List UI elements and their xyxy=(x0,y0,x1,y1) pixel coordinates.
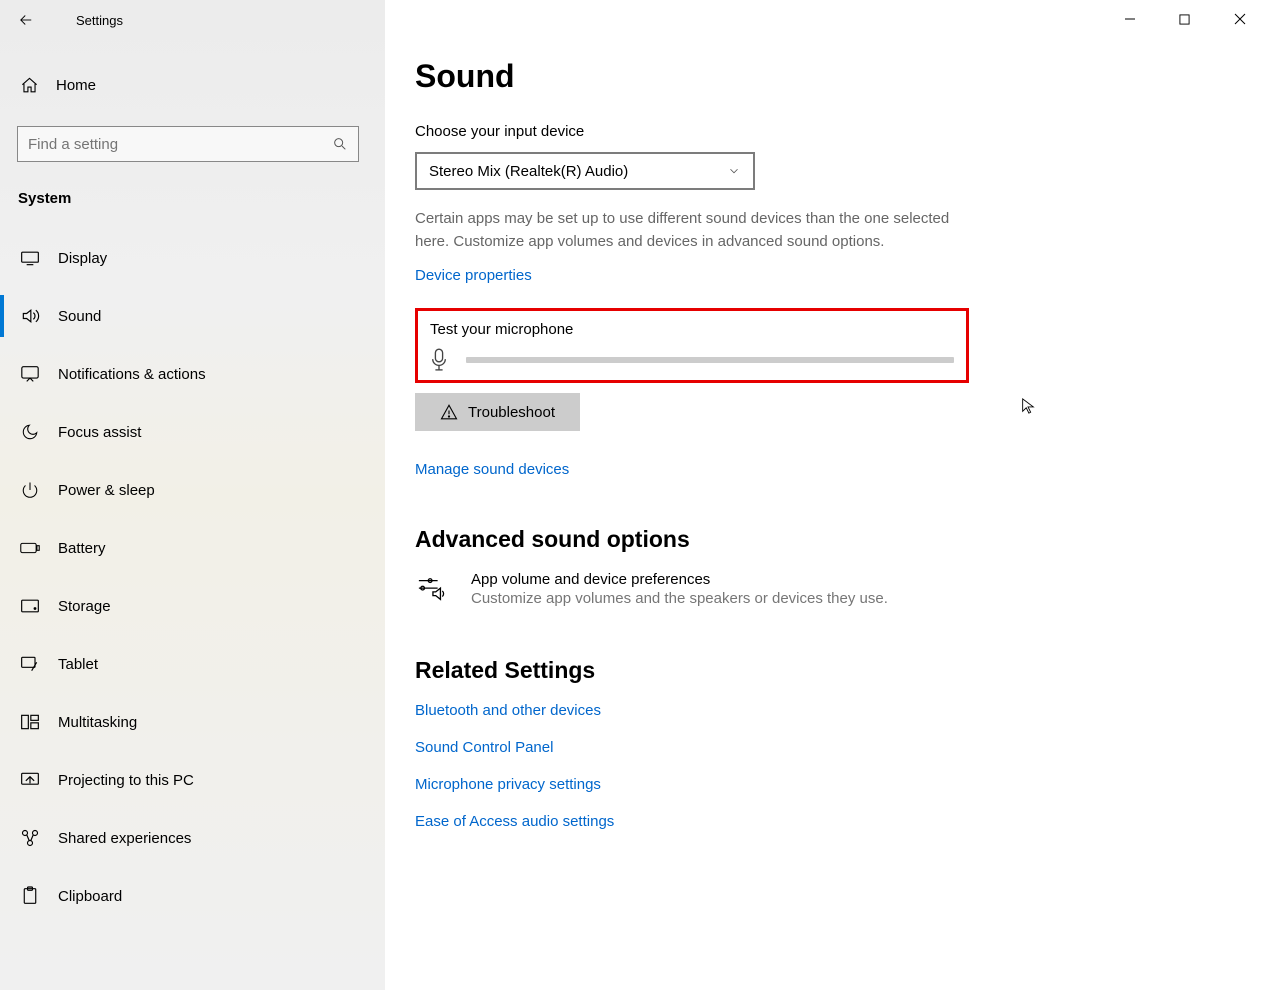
microphone-icon xyxy=(430,348,448,372)
test-microphone-highlight: Test your microphone xyxy=(415,308,969,383)
test-mic-label: Test your microphone xyxy=(430,321,954,338)
app-volume-desc: Customize app volumes and the speakers o… xyxy=(471,590,888,607)
nav-label: Notifications & actions xyxy=(58,366,206,383)
troubleshoot-label: Troubleshoot xyxy=(468,404,555,421)
related-settings-heading: Related Settings xyxy=(415,657,1241,684)
sound-icon xyxy=(20,306,40,326)
nav-label: Multitasking xyxy=(58,714,137,731)
battery-icon xyxy=(20,541,40,555)
clipboard-icon xyxy=(20,886,40,906)
focus-assist-icon xyxy=(20,423,40,441)
nav-item-tablet[interactable]: Tablet xyxy=(0,635,385,693)
nav-label: Projecting to this PC xyxy=(58,772,194,789)
nav-item-power-sleep[interactable]: Power & sleep xyxy=(0,461,385,519)
multitasking-icon xyxy=(20,713,40,731)
window-title: Settings xyxy=(76,13,123,28)
page-title: Sound xyxy=(415,58,1241,95)
search-box[interactable] xyxy=(17,126,359,162)
nav-item-display[interactable]: Display xyxy=(0,229,385,287)
nav-item-projecting[interactable]: Projecting to this PC xyxy=(0,751,385,809)
mixer-icon xyxy=(415,575,451,609)
category-heading: System xyxy=(18,190,385,207)
tablet-icon xyxy=(20,655,40,673)
nav-label: Clipboard xyxy=(58,888,122,905)
related-link-microphone-privacy[interactable]: Microphone privacy settings xyxy=(415,776,1241,793)
main-content: Sound Choose your input device Stereo Mi… xyxy=(385,0,1271,990)
nav-item-focus-assist[interactable]: Focus assist xyxy=(0,403,385,461)
minimize-button[interactable] xyxy=(1102,4,1157,34)
minimize-icon xyxy=(1124,13,1136,25)
related-link-bluetooth[interactable]: Bluetooth and other devices xyxy=(415,702,1241,719)
shared-experiences-icon xyxy=(20,828,40,848)
input-device-label: Choose your input device xyxy=(415,123,1241,140)
nav-list: Display Sound Notifications & actions Fo… xyxy=(0,229,385,925)
search-icon xyxy=(332,136,348,152)
nav-label: Sound xyxy=(58,308,101,325)
display-icon xyxy=(20,250,40,266)
arrow-left-icon xyxy=(17,11,35,29)
mic-level-bar xyxy=(466,357,954,363)
home-icon xyxy=(20,76,40,95)
nav-label: Power & sleep xyxy=(58,482,155,499)
sidebar: Settings Home System Display Sound Notif… xyxy=(0,0,385,990)
related-links: Bluetooth and other devices Sound Contro… xyxy=(415,702,1241,830)
window-controls xyxy=(1102,4,1267,34)
nav-item-battery[interactable]: Battery xyxy=(0,519,385,577)
device-properties-link[interactable]: Device properties xyxy=(415,267,532,284)
advanced-options-heading: Advanced sound options xyxy=(415,526,1241,553)
nav-label: Display xyxy=(58,250,107,267)
cursor-pointer-icon xyxy=(1021,398,1035,414)
input-device-dropdown[interactable]: Stereo Mix (Realtek(R) Audio) xyxy=(415,152,755,190)
search-input[interactable] xyxy=(28,136,332,153)
back-button[interactable] xyxy=(12,6,40,34)
home-button[interactable]: Home xyxy=(0,60,385,110)
close-icon xyxy=(1234,13,1246,25)
sidebar-header: Settings xyxy=(0,0,385,40)
troubleshoot-button[interactable]: Troubleshoot xyxy=(415,393,580,431)
nav-label: Tablet xyxy=(58,656,98,673)
home-label: Home xyxy=(56,77,96,94)
chevron-down-icon xyxy=(727,164,741,178)
maximize-button[interactable] xyxy=(1157,4,1212,34)
notifications-icon xyxy=(20,365,40,383)
related-link-sound-control-panel[interactable]: Sound Control Panel xyxy=(415,739,1241,756)
power-icon xyxy=(20,481,40,499)
nav-item-multitasking[interactable]: Multitasking xyxy=(0,693,385,751)
close-button[interactable] xyxy=(1212,4,1267,34)
warning-icon xyxy=(440,403,458,421)
nav-item-storage[interactable]: Storage xyxy=(0,577,385,635)
related-link-ease-of-access[interactable]: Ease of Access audio settings xyxy=(415,813,1241,830)
nav-label: Focus assist xyxy=(58,424,141,441)
nav-item-shared-experiences[interactable]: Shared experiences xyxy=(0,809,385,867)
dropdown-value: Stereo Mix (Realtek(R) Audio) xyxy=(429,163,628,180)
app-volume-preferences[interactable]: App volume and device preferences Custom… xyxy=(415,571,1241,609)
nav-item-sound[interactable]: Sound xyxy=(0,287,385,345)
projecting-icon xyxy=(20,771,40,789)
nav-item-notifications[interactable]: Notifications & actions xyxy=(0,345,385,403)
nav-label: Storage xyxy=(58,598,111,615)
manage-sound-devices-link[interactable]: Manage sound devices xyxy=(415,461,569,478)
storage-icon xyxy=(20,598,40,614)
nav-item-clipboard[interactable]: Clipboard xyxy=(0,867,385,925)
nav-label: Battery xyxy=(58,540,106,557)
mic-level-row xyxy=(430,348,954,372)
maximize-icon xyxy=(1179,14,1190,25)
app-volume-title: App volume and device preferences xyxy=(471,571,888,588)
input-device-helper: Certain apps may be set up to use differ… xyxy=(415,208,955,253)
nav-label: Shared experiences xyxy=(58,830,191,847)
